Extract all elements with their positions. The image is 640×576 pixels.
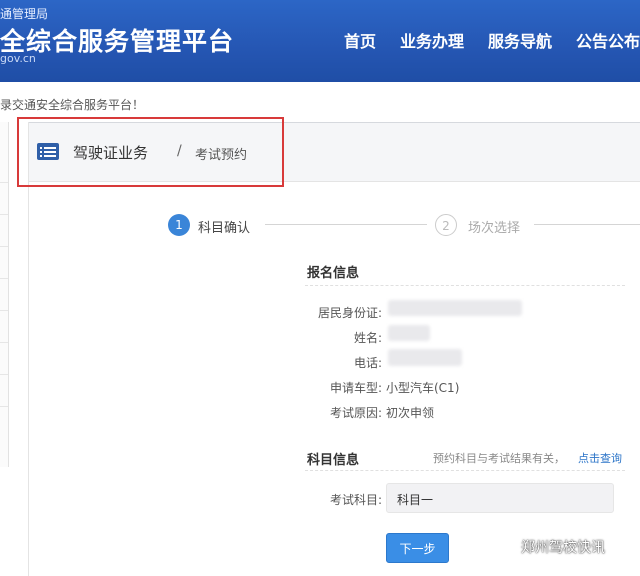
sidebar-divider [0, 310, 8, 311]
name-value-redacted [388, 325, 430, 341]
org-name: 通管理局 [0, 7, 49, 21]
sidebar-divider [0, 214, 8, 215]
next-step-button[interactable]: 下一步 [386, 533, 449, 563]
highlight-box [17, 117, 284, 187]
sidebar-divider [0, 342, 8, 343]
nav-service-guide[interactable]: 服务导航 [488, 28, 552, 52]
sidebar-divider [0, 182, 8, 183]
section-divider [305, 285, 625, 286]
exam-reason-label: 考试原因: [329, 406, 382, 420]
step-1-label: 科目确认 [198, 221, 251, 236]
step-2-label: 场次选择 [468, 221, 521, 236]
nav-business[interactable]: 业务办理 [400, 28, 464, 52]
sidebar-divider [0, 374, 8, 375]
step-2-indicator: 2 [435, 214, 457, 236]
registration-info-title: 报名信息 [307, 266, 360, 281]
id-card-value-redacted [388, 300, 522, 316]
name-label: 姓名: [353, 331, 382, 345]
query-link[interactable]: 点击查询 [578, 450, 622, 466]
exam-reason-value: 初次申领 [386, 406, 435, 420]
step-1-indicator: 1 [168, 214, 190, 236]
subject-info-title: 科目信息 [307, 453, 360, 468]
nav-announcements[interactable]: 公告公布 [576, 28, 640, 52]
step-connector [265, 224, 427, 225]
phone-value-redacted [388, 349, 462, 366]
watermark-text: 郑州驾校快讯 [521, 540, 605, 556]
step-connector [534, 224, 640, 225]
exam-subject-field[interactable]: 科目一 [386, 483, 614, 513]
welcome-text: 录交通安全综合服务平台！ [0, 98, 145, 112]
domain-text: gov.cn [0, 52, 36, 65]
watermark: 郑州驾校快讯 [497, 537, 605, 557]
subject-note: 预约科目与考试结果有关， [433, 452, 565, 465]
sidebar-divider [0, 278, 8, 279]
top-header: 通管理局 全综合服务管理平台 gov.cn 首页 业务办理 服务导航 公告公布 [0, 0, 640, 82]
sidebar-divider [0, 246, 8, 247]
section-divider [305, 470, 625, 471]
sidebar-divider [0, 406, 8, 407]
exam-subject-value: 科目一 [397, 493, 434, 507]
nav-home[interactable]: 首页 [344, 28, 376, 52]
exam-subject-label: 考试科目: [329, 493, 382, 507]
vehicle-type-label: 申请车型: [329, 381, 382, 395]
main-nav: 首页 业务办理 服务导航 公告公布 [344, 28, 640, 52]
wechat-icon [497, 539, 515, 555]
sidebar [0, 122, 9, 467]
id-card-label: 居民身份证: [317, 306, 382, 320]
vehicle-type-value: 小型汽车(C1) [386, 381, 460, 395]
phone-label: 电话: [353, 356, 382, 370]
